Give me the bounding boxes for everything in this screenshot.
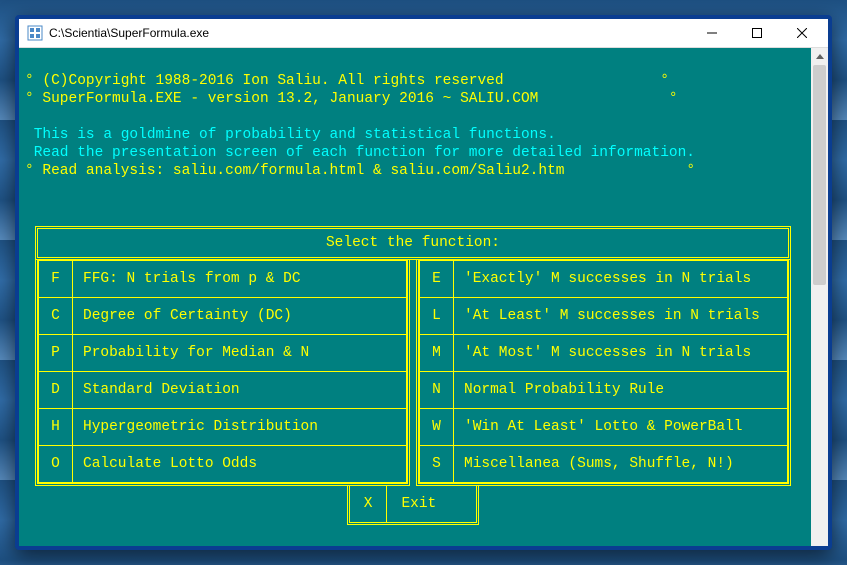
window-title: C:\Scientia\SuperFormula.exe	[49, 26, 689, 40]
menu-item-n[interactable]: NNormal Probability Rule	[420, 372, 788, 409]
menu-item-e[interactable]: E'Exactly' M successes in N trials	[420, 261, 788, 298]
copyright-text: (C)Copyright 1988-2016 Ion Saliu. All ri…	[42, 73, 503, 89]
menu-key: S	[420, 446, 454, 483]
degree-mark: °	[25, 73, 34, 89]
degree-mark: °	[686, 163, 695, 179]
menu-key: O	[39, 446, 73, 483]
console-content: ° (C)Copyright 1988-2016 Ion Saliu. All …	[19, 48, 811, 550]
menu-item-f[interactable]: FFFG: N trials from p & DC	[39, 261, 407, 298]
scrollbar-thumb[interactable]	[813, 65, 826, 285]
menu-item-p[interactable]: PProbability for Median & N	[39, 335, 407, 372]
menu-label: Miscellanea (Sums, Shuffle, N!)	[454, 446, 788, 483]
minimize-button[interactable]	[689, 19, 734, 47]
menu-item-s[interactable]: SMiscellanea (Sums, Shuffle, N!)	[420, 446, 788, 483]
menu-key: F	[39, 261, 73, 298]
menu-label: 'Win At Least' Lotto & PowerBall	[454, 409, 788, 446]
menu: Select the function: FFFG: N trials from…	[35, 226, 791, 525]
analysis-text: Read analysis: saliu.com/formula.html & …	[42, 163, 564, 179]
intro-line-1: This is a goldmine of probability and st…	[34, 127, 556, 143]
menu-item-exit[interactable]: X Exit	[347, 486, 480, 525]
menu-label: Degree of Certainty (DC)	[73, 298, 407, 335]
menu-key: P	[39, 335, 73, 372]
menu-item-d[interactable]: DStandard Deviation	[39, 372, 407, 409]
menu-key: C	[39, 298, 73, 335]
menu-key: X	[350, 486, 388, 522]
menu-key: N	[420, 372, 454, 409]
menu-item-h[interactable]: HHypergeometric Distribution	[39, 409, 407, 446]
menu-label: Hypergeometric Distribution	[73, 409, 407, 446]
intro-line-2: Read the presentation screen of each fun…	[34, 145, 695, 161]
menu-label: Calculate Lotto Odds	[73, 446, 407, 483]
degree-mark: °	[25, 163, 34, 179]
degree-mark: °	[660, 73, 669, 89]
app-window: C:\Scientia\SuperFormula.exe ° (C)Copyri…	[15, 15, 832, 550]
titlebar[interactable]: C:\Scientia\SuperFormula.exe	[19, 19, 828, 48]
header-block: ° (C)Copyright 1988-2016 Ion Saliu. All …	[25, 72, 801, 180]
menu-item-c[interactable]: CDegree of Certainty (DC)	[39, 298, 407, 335]
menu-title: Select the function:	[35, 226, 791, 260]
menu-label: Standard Deviation	[73, 372, 407, 409]
menu-item-m[interactable]: M'At Most' M successes in N trials	[420, 335, 788, 372]
menu-key: H	[39, 409, 73, 446]
close-button[interactable]	[779, 19, 824, 47]
menu-left-column: FFFG: N trials from p & DC CDegree of Ce…	[35, 260, 410, 486]
menu-label: 'At Most' M successes in N trials	[454, 335, 788, 372]
menu-key: M	[420, 335, 454, 372]
maximize-button[interactable]	[734, 19, 779, 47]
menu-label: Exit	[387, 486, 476, 522]
degree-mark: °	[669, 91, 678, 107]
menu-key: L	[420, 298, 454, 335]
menu-key: E	[420, 261, 454, 298]
scrollbar-track[interactable]	[811, 65, 828, 550]
app-icon	[27, 25, 43, 41]
menu-item-w[interactable]: W'Win At Least' Lotto & PowerBall	[420, 409, 788, 446]
menu-item-o[interactable]: OCalculate Lotto Odds	[39, 446, 407, 483]
menu-key: W	[420, 409, 454, 446]
scroll-up-button[interactable]	[811, 48, 828, 65]
menu-item-l[interactable]: L'At Least' M successes in N trials	[420, 298, 788, 335]
menu-label: Normal Probability Rule	[454, 372, 788, 409]
menu-label: 'At Least' M successes in N trials	[454, 298, 788, 335]
version-text: SuperFormula.EXE - version 13.2, January…	[42, 91, 538, 107]
menu-label: 'Exactly' M successes in N trials	[454, 261, 788, 298]
degree-mark: °	[25, 91, 34, 107]
menu-key: D	[39, 372, 73, 409]
console-area: ° (C)Copyright 1988-2016 Ion Saliu. All …	[19, 48, 828, 550]
menu-right-column: E'Exactly' M successes in N trials L'At …	[416, 260, 791, 486]
window-controls	[689, 19, 824, 47]
menu-label: FFG: N trials from p & DC	[73, 261, 407, 298]
menu-label: Probability for Median & N	[73, 335, 407, 372]
vertical-scrollbar[interactable]	[811, 48, 828, 550]
